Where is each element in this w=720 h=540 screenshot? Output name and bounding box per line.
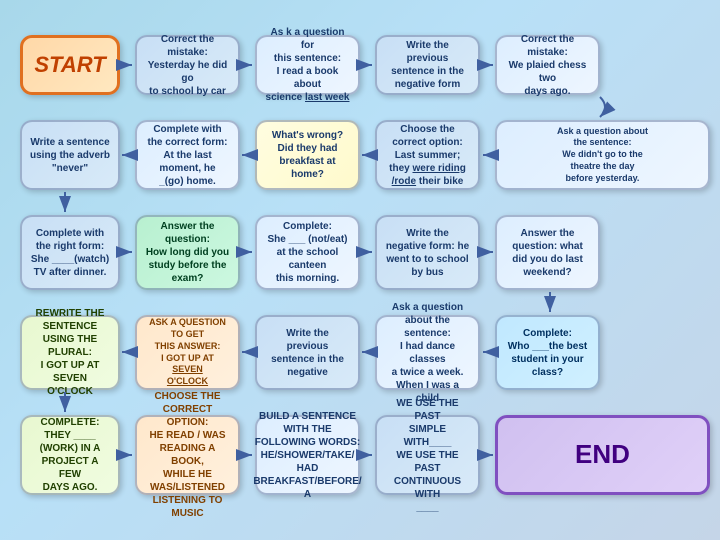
game-board: STARTCorrect the mistake:Yesterday he di…: [10, 10, 710, 530]
cell-r3c1: Complete withthe right form:She ____(wat…: [20, 215, 120, 290]
cell-r2c3: What's wrong?Did they hadbreakfast athom…: [255, 120, 360, 190]
cell-r2c5: Ask a question aboutthe sentence:We didn…: [495, 120, 710, 190]
cell-start: START: [20, 35, 120, 95]
cell-r2c2: Complete withthe correct form:At the las…: [135, 120, 240, 190]
cell-r2c4: Choose thecorrect option:Last summer;the…: [375, 120, 480, 190]
cell-r5c2: CHOOSE THECORRECT OPTION:HE READ / WASRE…: [135, 415, 240, 495]
cell-r1c3: As k a question forthis sentence:I read …: [255, 35, 360, 95]
cell-r4c1: REWRITE THESENTENCE USING THEPLURAL:I GO…: [20, 315, 120, 390]
cell-r1c5: Correct the mistake:We plaied chess twod…: [495, 35, 600, 95]
cell-r1c4: Write the previoussentence in thenegativ…: [375, 35, 480, 95]
cell-r2c1: Write a sentenceusing the adverb"never": [20, 120, 120, 190]
cell-r5c1: COMPLETE:THEY ____(WORK) IN APROJECT A F…: [20, 415, 120, 495]
cell-r3c3: Complete:She ___ (not/eat)at the school …: [255, 215, 360, 290]
cell-r4c4: Ask a questionabout thesentence:I had da…: [375, 315, 480, 390]
cell-r5c3: BUILD A SENTENCEWITH THEFOLLOWING WORDS:…: [255, 415, 360, 495]
cell-r1c2: Correct the mistake:Yesterday he did got…: [135, 35, 240, 95]
cell-r4c5: Complete:Who ___the beststudent in yourc…: [495, 315, 600, 390]
cell-r4c2: ASK A QUESTION TO GETTHIS ANSWER:I GOT U…: [135, 315, 240, 390]
cell-end: END: [495, 415, 710, 495]
cell-r3c4: Write thenegative form: hewent to to sch…: [375, 215, 480, 290]
cell-r3c2: Answer thequestion:How long did youstudy…: [135, 215, 240, 290]
cell-r3c5: Answer thequestion: whatdid you do lastw…: [495, 215, 600, 290]
cell-r5c4: WE USE THE PASTSIMPLE WITH____WE USE THE…: [375, 415, 480, 495]
cell-r4c3: Write the previoussentence in thenegativ…: [255, 315, 360, 390]
